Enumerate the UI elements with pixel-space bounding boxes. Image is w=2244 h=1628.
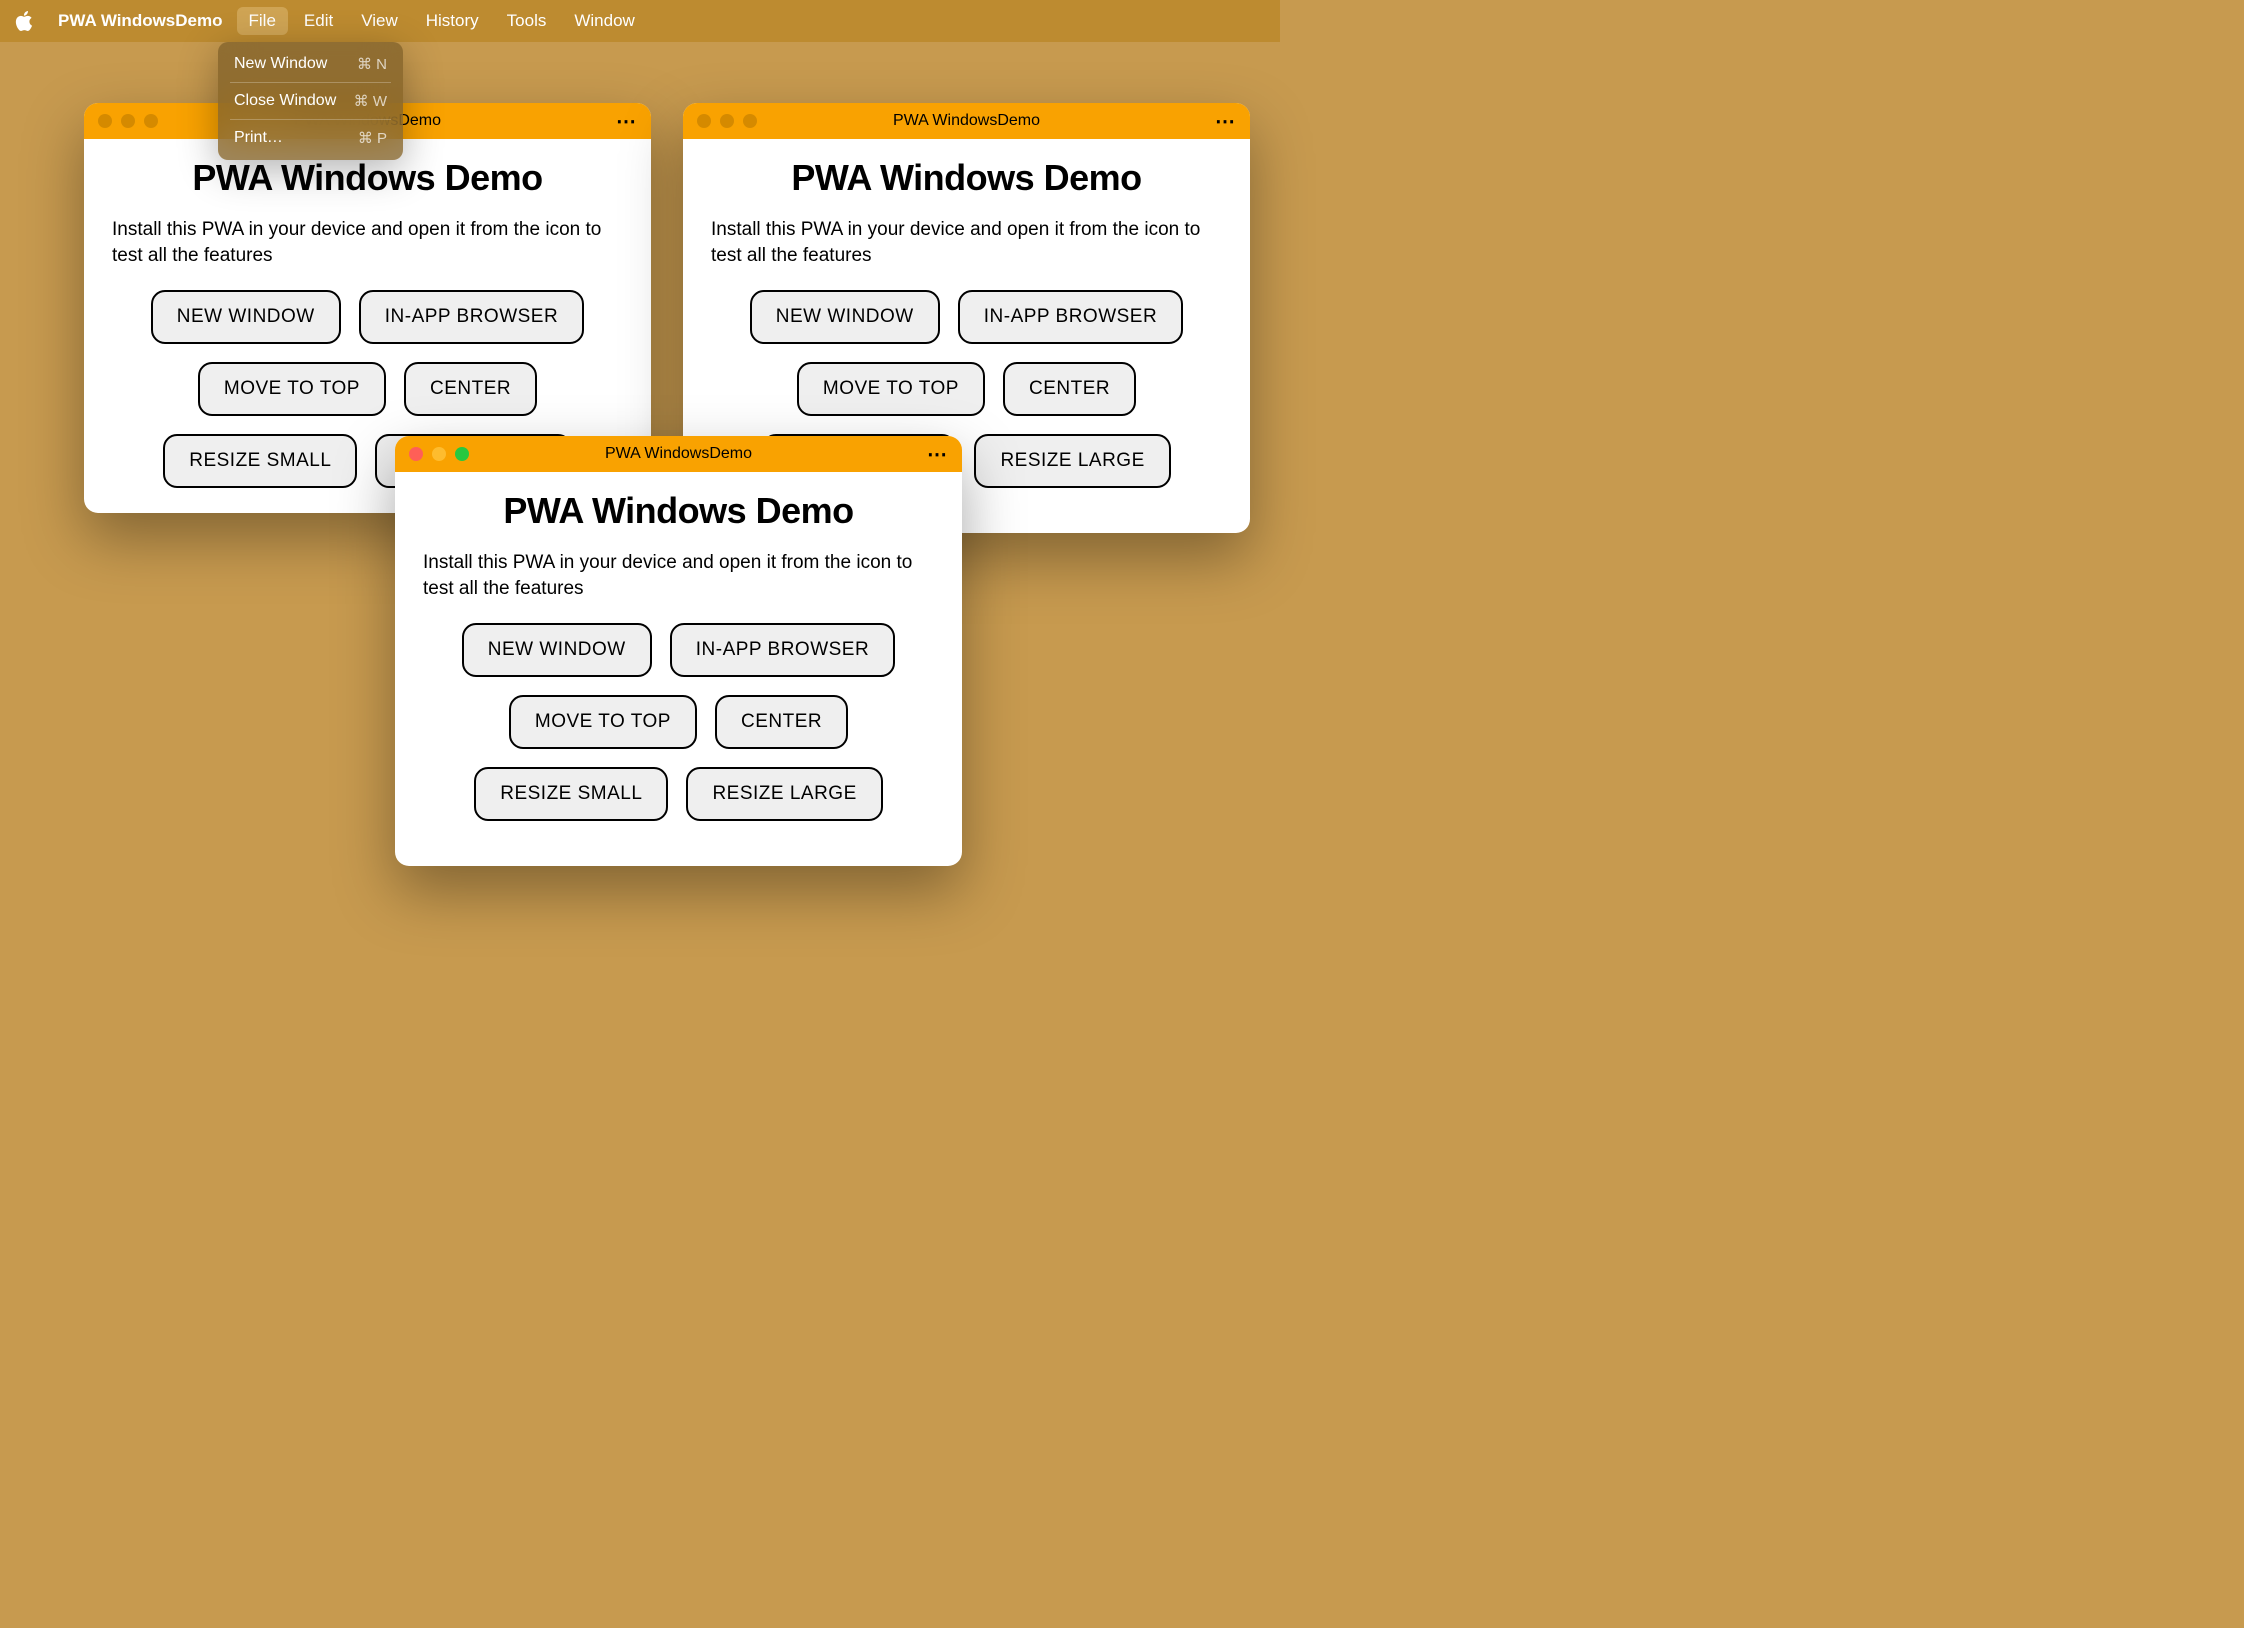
minimize-icon[interactable] [121, 114, 135, 128]
center-button[interactable]: CENTER [715, 695, 848, 749]
window-more-icon[interactable]: ⋯ [616, 109, 637, 134]
maximize-icon[interactable] [743, 114, 757, 128]
button-grid: NEW WINDOW IN-APP BROWSER MOVE TO TOP CE… [423, 623, 934, 821]
menu-separator [230, 82, 391, 83]
resize-small-button[interactable]: RESIZE SMALL [474, 767, 668, 821]
window-content: PWA Windows Demo Install this PWA in you… [395, 472, 962, 839]
menu-view[interactable]: View [349, 7, 410, 35]
in-app-browser-button[interactable]: IN-APP BROWSER [359, 290, 584, 344]
maximize-icon[interactable] [144, 114, 158, 128]
close-icon[interactable] [98, 114, 112, 128]
menu-item-label: Close Window [234, 92, 336, 110]
minimize-icon[interactable] [432, 447, 446, 461]
in-app-browser-button[interactable]: IN-APP BROWSER [958, 290, 1183, 344]
page-description: Install this PWA in your device and open… [112, 217, 623, 268]
system-menubar: PWA WindowsDemo File Edit View History T… [0, 0, 1280, 42]
center-button[interactable]: CENTER [404, 362, 537, 416]
move-to-top-button[interactable]: MOVE TO TOP [797, 362, 985, 416]
menu-history[interactable]: History [414, 7, 491, 35]
menu-file[interactable]: File [237, 7, 288, 35]
resize-large-button[interactable]: RESIZE LARGE [686, 767, 882, 821]
menu-tools[interactable]: Tools [495, 7, 559, 35]
move-to-top-button[interactable]: MOVE TO TOP [509, 695, 697, 749]
menu-item-label: New Window [234, 55, 327, 73]
menu-separator [230, 119, 391, 120]
page-description: Install this PWA in your device and open… [711, 217, 1222, 268]
menu-item-print[interactable]: Print… ⌘ P [224, 122, 397, 154]
new-window-button[interactable]: NEW WINDOW [151, 290, 341, 344]
window-title: PWA WindowsDemo [893, 112, 1040, 130]
menu-item-label: Print… [234, 129, 283, 147]
in-app-browser-button[interactable]: IN-APP BROWSER [670, 623, 895, 677]
minimize-icon[interactable] [720, 114, 734, 128]
menu-item-shortcut: ⌘ W [354, 92, 387, 110]
apple-logo-icon[interactable] [12, 9, 36, 33]
close-icon[interactable] [409, 447, 423, 461]
menu-window[interactable]: Window [562, 7, 646, 35]
app-window-3-active: PWA WindowsDemo ⋯ PWA Windows Demo Insta… [395, 436, 962, 866]
traffic-lights [697, 114, 757, 128]
menu-item-close-window[interactable]: Close Window ⌘ W [224, 85, 397, 117]
page-description: Install this PWA in your device and open… [423, 550, 934, 601]
move-to-top-button[interactable]: MOVE TO TOP [198, 362, 386, 416]
window-titlebar[interactable]: PWA WindowsDemo ⋯ [683, 103, 1250, 139]
resize-small-button[interactable]: RESIZE SMALL [163, 434, 357, 488]
menu-edit[interactable]: Edit [292, 7, 345, 35]
close-icon[interactable] [697, 114, 711, 128]
new-window-button[interactable]: NEW WINDOW [462, 623, 652, 677]
menu-item-shortcut: ⌘ N [357, 55, 387, 73]
window-titlebar[interactable]: PWA WindowsDemo ⋯ [395, 436, 962, 472]
menu-item-shortcut: ⌘ P [358, 129, 387, 147]
menubar-app-name[interactable]: PWA WindowsDemo [48, 7, 233, 35]
window-more-icon[interactable]: ⋯ [1215, 109, 1236, 134]
traffic-lights [98, 114, 158, 128]
window-more-icon[interactable]: ⋯ [927, 442, 948, 467]
page-title: PWA Windows Demo [112, 157, 623, 199]
menu-item-new-window[interactable]: New Window ⌘ N [224, 48, 397, 80]
new-window-button[interactable]: NEW WINDOW [750, 290, 940, 344]
center-button[interactable]: CENTER [1003, 362, 1136, 416]
window-title: PWA WindowsDemo [605, 445, 752, 463]
traffic-lights [409, 447, 469, 461]
page-title: PWA Windows Demo [711, 157, 1222, 199]
maximize-icon[interactable] [455, 447, 469, 461]
page-title: PWA Windows Demo [423, 490, 934, 532]
file-dropdown-menu: New Window ⌘ N Close Window ⌘ W Print… ⌘… [218, 42, 403, 160]
resize-large-button[interactable]: RESIZE LARGE [974, 434, 1170, 488]
